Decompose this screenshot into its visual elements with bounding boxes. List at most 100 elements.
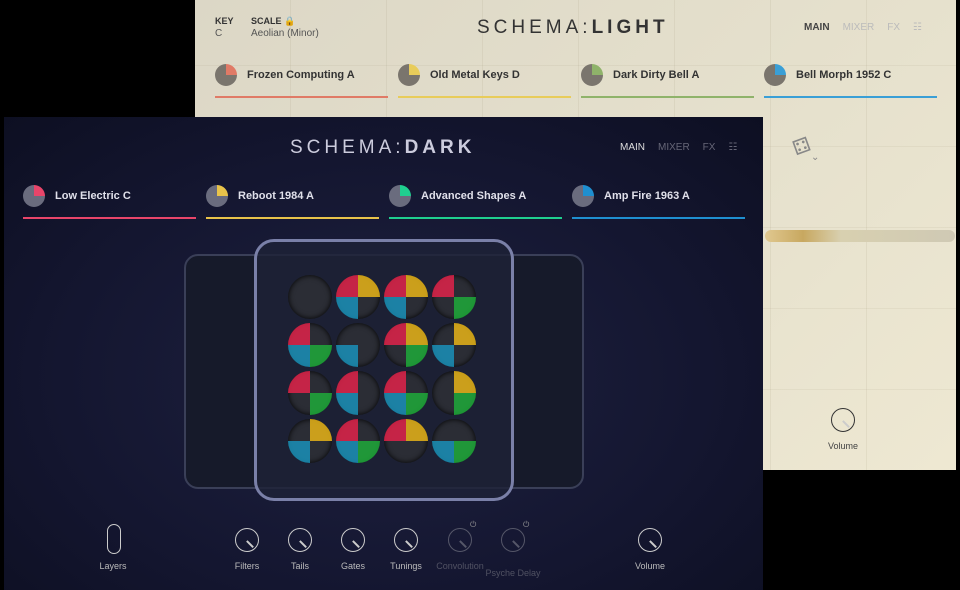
layers-slider[interactable]	[107, 524, 121, 554]
slot-name: Dark Dirty Bell A	[613, 69, 700, 81]
sequencer-cell[interactable]	[288, 323, 332, 367]
lit-quadrant	[336, 441, 358, 463]
slot-underline	[764, 96, 937, 98]
lit-quadrant	[454, 323, 476, 345]
slot-underline	[581, 96, 754, 98]
pie-icon	[206, 185, 228, 207]
slot-name: Advanced Shapes A	[421, 190, 527, 202]
lit-quadrant	[336, 345, 358, 367]
lit-quadrant	[406, 393, 428, 415]
sequencer-cell[interactable]	[384, 371, 428, 415]
pie-icon	[215, 64, 237, 86]
pie-icon	[764, 64, 786, 86]
sequencer-cell[interactable]	[432, 371, 476, 415]
light-volume-label: Volume	[827, 441, 859, 451]
lock-icon[interactable]: 🔒	[284, 16, 295, 26]
scale-value[interactable]: Aeolian (Minor)	[251, 28, 319, 39]
lit-quadrant	[310, 419, 332, 441]
sequencer-cell[interactable]	[384, 275, 428, 319]
chevron-down-icon[interactable]: ⌄	[811, 152, 819, 163]
slot-underline	[572, 217, 745, 219]
lit-quadrant	[432, 441, 454, 463]
tab-mixer[interactable]: MIXER	[843, 22, 875, 33]
slot-underline	[206, 217, 379, 219]
sequencer-cell[interactable]	[384, 323, 428, 367]
lit-quadrant	[454, 371, 476, 393]
piano-icon[interactable]: ☷	[913, 22, 922, 33]
light-volume-knob[interactable]	[831, 408, 855, 432]
tab-fx[interactable]: FX	[887, 22, 900, 33]
lit-quadrant	[288, 345, 310, 367]
tails-knob[interactable]	[288, 528, 312, 552]
slot-underline	[389, 217, 562, 219]
lit-quadrant	[454, 297, 476, 319]
sequencer-cell[interactable]	[336, 419, 380, 463]
sound-slot[interactable]: Old Metal Keys D	[398, 62, 571, 98]
key-value[interactable]: C	[215, 28, 222, 39]
sequencer-cell[interactable]	[288, 371, 332, 415]
lit-quadrant	[310, 393, 332, 415]
filters-knob[interactable]	[235, 528, 259, 552]
lit-quadrant	[384, 275, 406, 297]
lit-quadrant	[288, 371, 310, 393]
logo-sep: :	[582, 17, 592, 38]
lit-quadrant	[336, 371, 358, 393]
sound-slot[interactable]: Reboot 1984 A	[206, 183, 379, 219]
sound-slot[interactable]: Bell Morph 1952 C	[764, 62, 937, 98]
tab-main[interactable]: MAIN	[804, 22, 830, 33]
tunings-knob[interactable]	[394, 528, 418, 552]
sound-slot[interactable]: Advanced Shapes A	[389, 183, 562, 219]
lit-quadrant	[384, 393, 406, 415]
slot-name: Frozen Computing A	[247, 69, 355, 81]
slot-name: Bell Morph 1952 C	[796, 69, 892, 81]
sound-slot[interactable]: Amp Fire 1963 A	[572, 183, 745, 219]
sequencer-cell[interactable]	[336, 323, 380, 367]
convolution-knob[interactable]	[448, 528, 472, 552]
lit-quadrant	[432, 345, 454, 367]
lit-quadrant	[358, 275, 380, 297]
lit-quadrant	[336, 275, 358, 297]
lit-quadrant	[310, 345, 332, 367]
lit-quadrant	[358, 441, 380, 463]
power-icon[interactable]: ⏻	[523, 520, 529, 530]
lit-quadrant	[384, 371, 406, 393]
sequencer-cell[interactable]	[288, 419, 332, 463]
lit-quadrant	[454, 441, 476, 463]
piano-icon[interactable]: ☷	[728, 142, 737, 153]
tab-main[interactable]: MAIN	[620, 142, 645, 153]
light-nav: MAIN MIXER FX ☷	[804, 22, 922, 33]
sequencer-cell[interactable]	[336, 275, 380, 319]
logo: SCHEMA:LIGHT	[477, 17, 669, 39]
sound-slot[interactable]: Low Electric C	[23, 183, 196, 219]
sound-slot[interactable]: Dark Dirty Bell A	[581, 62, 754, 98]
lit-quadrant	[406, 275, 428, 297]
lit-quadrant	[406, 419, 428, 441]
sequencer-cell[interactable]	[432, 323, 476, 367]
volume-knob[interactable]	[638, 528, 662, 552]
slot-name: Amp Fire 1963 A	[604, 190, 690, 202]
tab-fx[interactable]: FX	[703, 142, 716, 153]
sequencer-cell[interactable]	[432, 419, 476, 463]
sequencer-cell[interactable]	[384, 419, 428, 463]
schema-dark-window: SCHEMA:DARK MAIN MIXER FX ☷ Low Electric…	[4, 117, 763, 590]
scale-label-text: SCALE	[251, 16, 282, 26]
lit-quadrant	[406, 323, 428, 345]
psyche-delay-knob[interactable]	[501, 528, 525, 552]
slot-underline	[398, 96, 571, 98]
lit-quadrant	[336, 419, 358, 441]
slot-underline	[215, 96, 388, 98]
slot-name: Old Metal Keys D	[430, 69, 520, 81]
pie-icon	[389, 185, 411, 207]
lit-quadrant	[384, 297, 406, 319]
sequencer-cell[interactable]	[432, 275, 476, 319]
lit-quadrant	[336, 297, 358, 319]
schematic-tube	[765, 230, 955, 242]
gates-knob[interactable]	[341, 528, 365, 552]
sequencer-cell[interactable]	[288, 275, 332, 319]
power-icon[interactable]: ⏻	[470, 520, 476, 530]
logo-right: LIGHT	[591, 17, 669, 38]
tab-mixer[interactable]: MIXER	[658, 142, 690, 153]
slot-underline	[23, 217, 196, 219]
sequencer-cell[interactable]	[336, 371, 380, 415]
sound-slot[interactable]: Frozen Computing A	[215, 62, 388, 98]
